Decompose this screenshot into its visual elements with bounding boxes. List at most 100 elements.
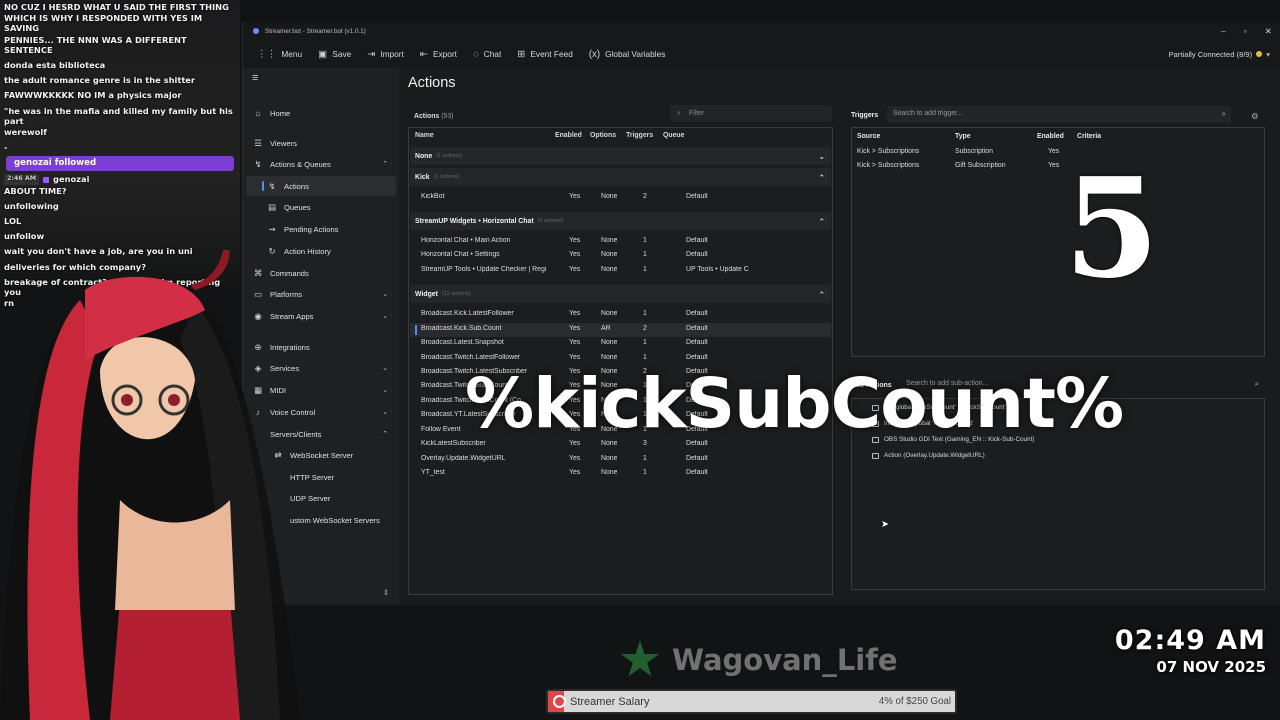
table-row[interactable]: Horizontal Chat • Main Action Yes None 1 Def… (410, 235, 831, 249)
chevron-down-icon: ▾ (1266, 49, 1270, 59)
global-variables-button[interactable]: (x) Global Variables (583, 46, 672, 63)
cell-name: Overlay.Update.WidgetURL (421, 455, 506, 462)
column-header[interactable]: Name (415, 132, 434, 139)
cell-name: Broadcast.Kick.Sub.Count (421, 325, 502, 332)
actions-label: Actions (414, 113, 440, 120)
cell-name: KickBot (421, 193, 445, 200)
export-icon: ⇤ (419, 48, 428, 60)
menu-button[interactable]: ⋮⋮ Menu (251, 46, 308, 63)
cell-triggers: 2 (643, 193, 647, 200)
chat-message: the adult romance genre is in the shitte… (4, 75, 196, 86)
cell-source[interactable]: Kick > Subscriptions (857, 162, 919, 169)
table-row[interactable]: KickBot Yes None 2 Default (410, 191, 831, 205)
event-feed-button[interactable]: ⊞ Event Feed (511, 46, 579, 63)
table-row[interactable]: YT_test Yes None 1 Default (410, 467, 831, 481)
cell-queue: Default (686, 339, 708, 346)
sidebar-item-actions-queues[interactable]: ↯ Actions & Queues ⌃ (246, 154, 396, 174)
chevron-down-icon: ⌄ (382, 409, 388, 416)
cell-triggers: 1 (643, 266, 647, 273)
column-header[interactable]: Source (857, 133, 880, 140)
group-header[interactable]: StreamUP Widgets • Horizontal Chat (3 act… (410, 212, 831, 230)
cell-triggers: 1 (643, 469, 647, 476)
column-header[interactable]: Options (590, 132, 616, 139)
cell-enabled: Yes (569, 237, 581, 244)
viewers-icon: ☰ (254, 138, 262, 148)
chat-button[interactable]: ◌ Chat (467, 46, 507, 63)
sidebar-item-actions[interactable]: ↯ Actions (246, 176, 396, 196)
actions-count: (53) (441, 113, 454, 120)
table-row[interactable]: Overlay.Update.WidgetURL Yes None 1 Default (410, 453, 831, 467)
import-button[interactable]: ⇥ Import (361, 46, 410, 63)
triggers-table: Source Type Enabled Criteria Kick > Subs… (851, 127, 1265, 357)
chat-message: NO CUZ I HESRD WHAT U SAID THE FIRST THI… (4, 2, 229, 12)
table-row[interactable]: Broadcast.Latest.Snapshot Yes None 1 Default (410, 337, 831, 351)
variable-overlay-text: %kickSubCount% (465, 364, 1124, 444)
expand-collapse-icon[interactable]: ⇕ (383, 588, 389, 597)
trigger-search-placeholder: Search to add trigger... (893, 110, 963, 117)
table-row[interactable]: StreamUP Tools • Update Checker | Regi Ye… (410, 264, 831, 278)
close-button[interactable]: ✕ (1265, 26, 1272, 37)
group-name: Widget (415, 290, 438, 298)
sidebar-item-pending-actions[interactable]: ⇝ Pending Actions (246, 219, 396, 239)
column-header[interactable]: Criteria (1077, 133, 1101, 140)
cell-enabled[interactable]: Yes (1048, 162, 1059, 169)
group-header[interactable]: Kick (1 actions) ⌃ (410, 168, 831, 186)
window-controls: – ▫ ✕ (1221, 26, 1280, 37)
minimize-button[interactable]: – (1221, 26, 1226, 37)
group-header[interactable]: Widget (12 actions) ⌃ (410, 285, 831, 303)
mouse-cursor-icon: ➤ (881, 519, 890, 530)
sidebar-item-viewers[interactable]: ☰ Viewers (246, 133, 396, 153)
cell-source[interactable]: Kick > Subscriptions (857, 148, 919, 155)
table-row[interactable]: Broadcast.Kick.LatestFollower Yes None 1 Def… (410, 308, 831, 322)
chevron-down-icon: ⌄ (818, 151, 825, 161)
chevron-up-icon: ⌃ (382, 431, 388, 438)
gear-icon[interactable]: ⚙ (1251, 111, 1258, 121)
window-title: Streamer.bot - Streamer.bot (v1.0.1) (265, 27, 366, 35)
chat-message: unfollow (4, 231, 45, 242)
status-dot-icon (1256, 51, 1263, 57)
connection-status[interactable]: Partially Connected (8/9) ▾ (1169, 50, 1280, 59)
column-header[interactable]: Triggers (626, 132, 653, 139)
sidebar-item-queues[interactable]: ▤ Queues (246, 197, 396, 217)
trigger-search-input[interactable]: Search to add trigger... ⌕ (887, 106, 1231, 123)
cell-options: None (601, 469, 618, 476)
table-row[interactable]: Horizontal Chat • Settings Yes None 1 Defaul… (410, 249, 831, 263)
group-header[interactable]: None (1 actions) ⌄ (410, 147, 831, 165)
export-button[interactable]: ⇤ Export (414, 46, 463, 63)
sidebar-item-label: Home (270, 108, 291, 118)
chevron-up-icon: ⌃ (818, 289, 825, 299)
list-item[interactable]: Action (Overlay.Update.WidgetURL) (872, 452, 985, 459)
cell-type[interactable]: Gift Subscription (955, 162, 1006, 169)
event-feed-icon: ⊞ (517, 48, 526, 60)
chat-message: ABOUT TIME? (4, 185, 67, 196)
cell-options: None (601, 251, 618, 258)
cell-enabled[interactable]: Yes (1048, 148, 1059, 155)
table-row-selected[interactable]: Broadcast.Kick.Sub.Count Yes AR 2 Default (410, 323, 831, 337)
variable-icon: (x) (588, 48, 601, 60)
cell-queue: Default (686, 237, 708, 244)
cell-enabled: Yes (569, 325, 581, 332)
cell-options: None (601, 310, 618, 317)
sidebar-item-label: Queues (284, 202, 311, 212)
cell-queue: Default (686, 193, 708, 200)
save-button[interactable]: ▣ Save (312, 46, 357, 63)
hamburger-icon[interactable]: ≡ (252, 72, 258, 84)
column-header[interactable]: Queue (663, 132, 684, 139)
actions-panel: Actions (53) ⌕ Filter Name Enabled Option… (408, 104, 833, 595)
cell-triggers: 1 (643, 339, 647, 346)
cell-type[interactable]: Subscription (955, 148, 993, 155)
sidebar-item-home[interactable]: ⌂ Home (246, 103, 396, 123)
column-header[interactable]: Enabled (1037, 133, 1064, 140)
subaction-label: Action (Overlay.Update.WidgetURL) (884, 452, 985, 459)
group-count: (1 actions) (433, 174, 460, 180)
column-header[interactable]: Enabled (555, 132, 582, 139)
cell-queue: Default (686, 251, 708, 258)
column-header[interactable]: Type (955, 133, 971, 140)
filter-input[interactable]: ⌕ Filter (670, 105, 832, 122)
menu-bar: ⋮⋮ Menu ▣ Save ⇥ Import ⇤ Export ◌ Chat ⊞ Even… (243, 40, 1280, 68)
chevron-up-icon: ⌃ (818, 216, 825, 226)
group-count: (3 actions) (537, 218, 564, 224)
cell-options: None (601, 193, 618, 200)
maximize-button[interactable]: ▫ (1244, 26, 1247, 37)
title-bar: Streamer.bot - Streamer.bot (v1.0.1) – ▫… (243, 22, 1280, 40)
